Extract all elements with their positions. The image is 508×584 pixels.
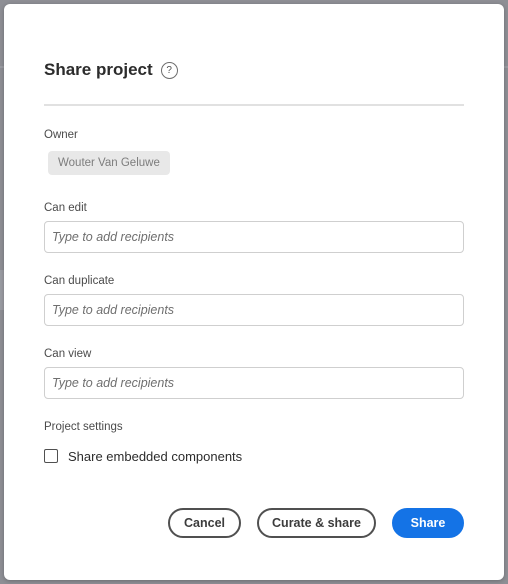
can-view-label: Can view (44, 348, 92, 360)
header-divider (44, 104, 464, 106)
owner-chip: Wouter Van Geluwe (48, 151, 170, 175)
share-embedded-row[interactable]: Share embedded components (44, 447, 242, 465)
can-edit-input[interactable] (45, 222, 463, 252)
share-embedded-checkbox[interactable] (44, 449, 58, 463)
share-embedded-label[interactable]: Share embedded components (68, 449, 242, 464)
can-view-input[interactable] (45, 368, 463, 398)
dialog-title: Share project (44, 60, 153, 79)
can-view-field[interactable] (44, 367, 464, 399)
curate-share-button[interactable]: Curate & share (257, 508, 376, 538)
share-button[interactable]: Share (392, 508, 464, 538)
share-project-dialog: Share project ? Owner Wouter Van Geluwe … (4, 4, 504, 580)
can-duplicate-field[interactable] (44, 294, 464, 326)
can-edit-label: Can edit (44, 202, 87, 214)
question-circle-icon[interactable]: ? (160, 61, 178, 79)
project-settings-label: Project settings (44, 421, 123, 433)
can-duplicate-input[interactable] (45, 295, 463, 325)
can-edit-field[interactable] (44, 221, 464, 253)
can-duplicate-label: Can duplicate (44, 275, 115, 287)
owner-label: Owner (44, 129, 78, 141)
dialog-header: Share project ? (44, 60, 178, 80)
cancel-button[interactable]: Cancel (168, 508, 241, 538)
